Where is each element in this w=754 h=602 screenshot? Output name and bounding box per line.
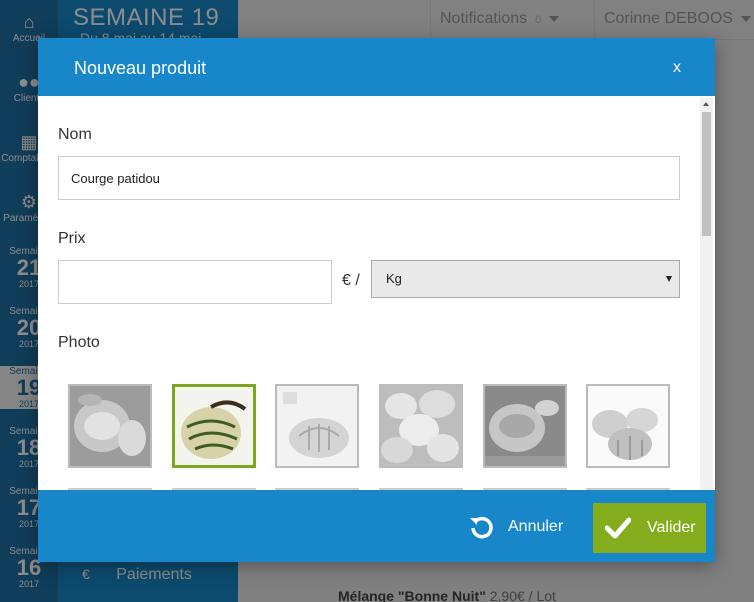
pumpkin-drawing-image [277, 386, 357, 466]
photo-option-3[interactable] [275, 384, 359, 468]
photo-option-4[interactable] [379, 384, 463, 468]
cancel-button[interactable]: Annuler [468, 504, 583, 550]
cancel-label: Annuler [508, 518, 564, 535]
validate-button[interactable]: Valider [593, 503, 706, 553]
checkmark-icon [605, 517, 631, 539]
pumpkin-soup-image [70, 386, 150, 466]
modal-body[interactable]: Nom Prix € / Kg Photo [38, 96, 715, 530]
dropdown-arrow-icon [666, 276, 672, 282]
undo-icon [470, 516, 493, 539]
photo-option-5[interactable] [483, 384, 567, 468]
scroll-up-arrow-icon[interactable] [703, 102, 709, 106]
modal-scrollbar[interactable] [700, 98, 713, 528]
scroll-thumb[interactable] [702, 112, 711, 236]
euro-per-label: € / [342, 272, 360, 289]
pumpkin-pile-image [381, 386, 461, 466]
prix-label: Prix [58, 230, 86, 247]
pumpkin-stuffed-image [485, 386, 565, 466]
validate-label: Valider [647, 519, 696, 536]
modal-footer: Annuler Valider [38, 490, 715, 562]
nom-input[interactable] [58, 156, 680, 200]
photo-option-1[interactable] [68, 384, 152, 468]
photo-option-2[interactable] [172, 384, 256, 468]
nom-label: Nom [58, 126, 92, 143]
unit-select-value: Kg [386, 271, 402, 286]
pumpkin-trio-image [588, 386, 668, 466]
photo-option-6[interactable] [586, 384, 670, 468]
photo-label: Photo [58, 334, 100, 351]
modal-header: Nouveau produit x [38, 38, 715, 96]
modal-title: Nouveau produit [74, 58, 207, 78]
prix-input[interactable] [58, 260, 332, 304]
close-button[interactable]: x [673, 59, 681, 77]
unit-select[interactable]: Kg [371, 260, 680, 298]
pumpkin-color-image [175, 387, 253, 465]
new-product-modal: Nouveau produit x Nom Prix € / Kg Photo [38, 38, 715, 562]
